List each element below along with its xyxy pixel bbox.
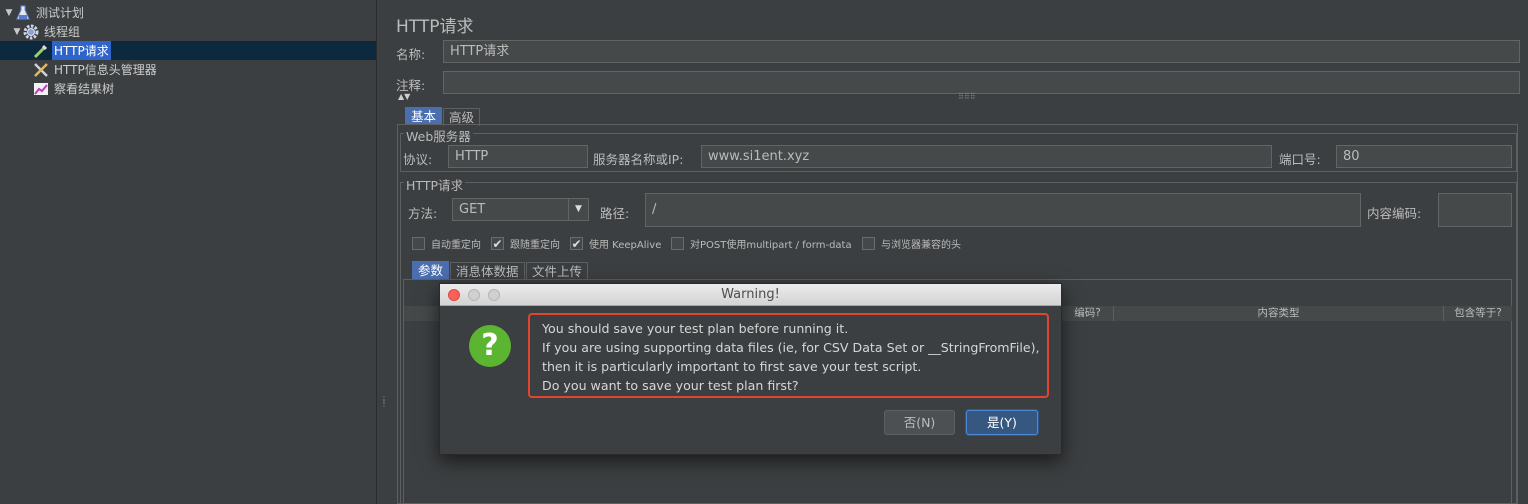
protocol-label: 协议: <box>403 152 433 167</box>
message-line: You should save your test plan before ru… <box>542 321 849 336</box>
tree-node-label: 测试计划 <box>36 6 85 20</box>
tree-node-results-tree[interactable]: 察看结果树 <box>32 79 116 98</box>
checkbox-empty-icon <box>671 237 684 250</box>
web-server-title: Web服务器 <box>404 126 473 145</box>
method-value: GET <box>459 202 486 217</box>
checkbox-label: 跟随重定向 <box>510 240 560 251</box>
browser-compatible-checkbox[interactable]: 与浏览器兼容的头 <box>862 236 961 251</box>
tab-body-data[interactable]: 消息体数据 <box>450 262 525 280</box>
tab-basic[interactable]: 基本 <box>405 107 443 125</box>
checkmark-icon: ✔ <box>570 236 583 251</box>
protocol-input[interactable]: HTTP <box>448 145 588 168</box>
checkbox-label: 与浏览器兼容的头 <box>881 240 961 251</box>
flask-icon <box>14 4 31 21</box>
warning-dialog: Warning! ? You should save your test pla… <box>439 283 1062 455</box>
comment-input[interactable] <box>443 71 1520 94</box>
keepalive-checkbox[interactable]: ✔ 使用 KeepAlive <box>570 236 661 251</box>
encoding-label: 内容编码: <box>1367 206 1422 221</box>
port-label: 端口号: <box>1279 152 1321 167</box>
tree-node-label: 线程组 <box>44 25 81 39</box>
name-input[interactable]: HTTP请求 <box>443 40 1520 63</box>
tree-node-thread-group[interactable]: ▼ 线程组 <box>12 22 82 41</box>
page-title: HTTP请求 <box>396 17 474 37</box>
column-header-encode[interactable]: 编码? <box>1062 306 1114 321</box>
tree-node-http-request[interactable]: HTTP请求 <box>0 41 376 60</box>
column-header-include-equals[interactable]: 包含等于? <box>1444 306 1512 321</box>
name-label: 名称: <box>396 47 426 62</box>
encoding-input[interactable] <box>1438 193 1512 227</box>
tree-node-test-plan[interactable]: ▼ 测试计划 <box>4 3 86 22</box>
chevron-down-icon[interactable]: ▼ <box>568 199 588 220</box>
pipette-icon <box>32 42 49 59</box>
auto-redirect-checkbox[interactable]: 自动重定向 <box>412 236 481 251</box>
resize-grip-icon[interactable]: ⠿⠿⠿ <box>958 92 976 101</box>
path-label: 路径: <box>600 206 630 221</box>
test-plan-tree: ▼ 测试计划 ▼ 线程组 HTTP请求 HTTP信息头管理器 察看结果树 <box>0 0 377 504</box>
dialog-titlebar[interactable]: Warning! <box>440 284 1061 306</box>
tab-file-upload[interactable]: 文件上传 <box>526 262 589 280</box>
checkmark-icon: ✔ <box>491 236 504 251</box>
server-label: 服务器名称或IP: <box>593 152 684 167</box>
checkbox-label: 自动重定向 <box>431 240 481 251</box>
yes-button[interactable]: 是(Y) <box>966 410 1038 435</box>
tools-icon <box>32 61 49 78</box>
checkbox-label: 对POST使用multipart / form-data <box>690 240 852 251</box>
port-input[interactable]: 80 <box>1336 145 1512 168</box>
tree-node-label: 察看结果树 <box>54 82 115 96</box>
column-header-content-type[interactable]: 内容类型 <box>1114 306 1444 321</box>
tree-node-label: HTTP信息头管理器 <box>54 63 157 77</box>
chart-icon <box>32 80 49 97</box>
server-input[interactable]: www.si1ent.xyz <box>701 145 1272 168</box>
method-label: 方法: <box>408 206 438 221</box>
http-request-title: HTTP请求 <box>404 175 465 194</box>
follow-redirect-checkbox[interactable]: ✔ 跟随重定向 <box>491 236 560 251</box>
expand-arrow-icon[interactable]: ▼ <box>12 27 22 37</box>
multipart-checkbox[interactable]: 对POST使用multipart / form-data <box>671 236 852 251</box>
checkbox-empty-icon <box>412 237 425 250</box>
tab-parameters[interactable]: 参数 <box>412 261 450 279</box>
tree-node-label: HTTP请求 <box>52 41 111 60</box>
method-select[interactable]: GET ▼ <box>452 198 589 221</box>
dialog-message: You should save your test plan before ru… <box>528 313 1049 398</box>
message-line: If you are using supporting data files (… <box>542 340 1040 355</box>
checkbox-label: 使用 KeepAlive <box>589 240 662 251</box>
no-button[interactable]: 否(N) <box>884 410 955 435</box>
path-input[interactable]: / <box>645 193 1361 227</box>
expand-arrow-icon[interactable]: ▼ <box>4 8 14 18</box>
panel-splitter[interactable]: ⋮ ⋮ <box>377 0 388 504</box>
message-line: then it is particularly important to fir… <box>542 359 922 374</box>
collapse-arrows-icon[interactable]: ▲▼ <box>398 92 410 101</box>
dialog-title: Warning! <box>721 287 780 302</box>
message-line: Do you want to save your test plan first… <box>542 378 799 393</box>
checkbox-empty-icon <box>862 237 875 250</box>
splitter-grip-icon: ⋮ ⋮ <box>380 395 388 408</box>
gear-icon <box>22 23 39 40</box>
question-icon: ? <box>469 325 511 367</box>
tree-node-header-manager[interactable]: HTTP信息头管理器 <box>32 60 159 79</box>
